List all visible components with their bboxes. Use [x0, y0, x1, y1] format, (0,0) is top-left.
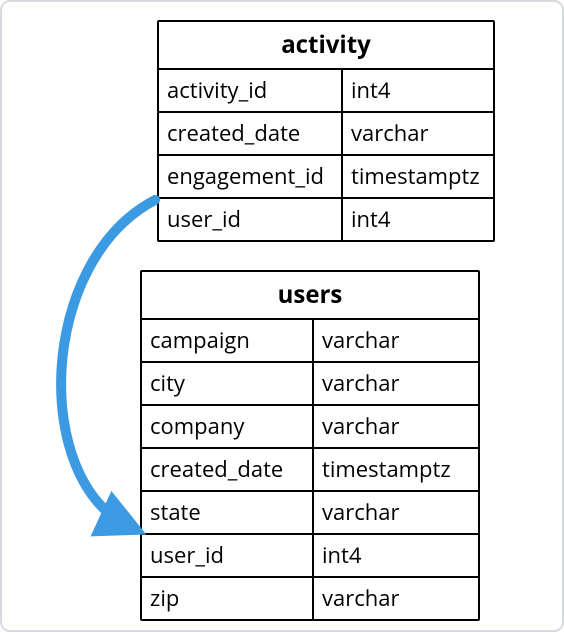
table-row: campaign varchar: [142, 320, 478, 363]
table-row: activity_id int4: [159, 70, 493, 113]
table-users-title: users: [142, 272, 478, 320]
column-type: varchar: [343, 113, 488, 154]
column-name: created_date: [142, 449, 314, 490]
column-name: company: [142, 406, 314, 447]
column-type: varchar: [314, 492, 473, 533]
column-name: user_id: [159, 199, 343, 240]
table-activity-title: activity: [159, 22, 493, 70]
column-type: varchar: [314, 406, 473, 447]
table-row: user_id int4: [159, 199, 493, 240]
column-name: campaign: [142, 320, 314, 361]
table-row: company varchar: [142, 406, 478, 449]
column-name: engagement_id: [159, 156, 343, 197]
column-name: zip: [142, 578, 314, 619]
table-row: created_date varchar: [159, 113, 493, 156]
table-row: engagement_id timestamptz: [159, 156, 493, 199]
table-row: created_date timestamptz: [142, 449, 478, 492]
column-type: int4: [343, 70, 488, 111]
column-type: timestamptz: [343, 156, 488, 197]
column-name: city: [142, 363, 314, 404]
column-name: state: [142, 492, 314, 533]
column-type: int4: [343, 199, 488, 240]
column-type: varchar: [314, 578, 473, 619]
column-name: activity_id: [159, 70, 343, 111]
table-row: user_id int4: [142, 535, 478, 578]
schema-diagram: activity activity_id int4 created_date v…: [0, 0, 564, 632]
column-type: varchar: [314, 320, 473, 361]
table-row: city varchar: [142, 363, 478, 406]
table-users: users campaign varchar city varchar comp…: [140, 270, 480, 621]
column-name: created_date: [159, 113, 343, 154]
column-type: int4: [314, 535, 473, 576]
table-row: zip varchar: [142, 578, 478, 619]
column-type: timestamptz: [314, 449, 473, 490]
table-row: state varchar: [142, 492, 478, 535]
column-type: varchar: [314, 363, 473, 404]
table-activity: activity activity_id int4 created_date v…: [157, 20, 495, 242]
column-name: user_id: [142, 535, 314, 576]
